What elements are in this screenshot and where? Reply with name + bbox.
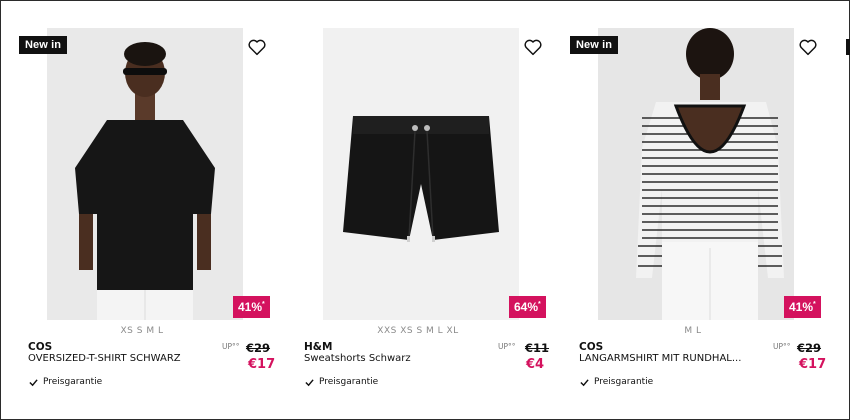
product-image[interactable] — [323, 28, 519, 320]
product-image[interactable] — [598, 28, 794, 320]
discount-badge: 41%* — [233, 296, 270, 318]
available-sizes: M L — [684, 326, 702, 336]
price-guarantee-label: Preisgarantie — [594, 377, 654, 387]
new-in-badge: New in — [19, 36, 68, 54]
new-in-badge: New in — [570, 36, 619, 54]
available-sizes: XS S M L — [120, 326, 164, 336]
discount-badge: 64%* — [509, 296, 546, 318]
old-price: €29 — [246, 341, 271, 355]
price-guarantee-label: Preisgarantie — [43, 377, 103, 387]
heart-icon[interactable] — [798, 38, 818, 56]
product-image[interactable] — [47, 28, 243, 320]
old-price: €29 — [797, 341, 822, 355]
available-sizes: XXS XS S M L XL — [377, 326, 459, 336]
check-icon — [305, 378, 314, 386]
product-brand: H&M — [304, 341, 333, 353]
check-icon — [29, 378, 38, 386]
model-striped-longsleeve-image — [598, 28, 794, 320]
check-icon — [580, 378, 589, 386]
sale-price: €17 — [248, 357, 276, 372]
product-title[interactable]: Sweatshorts Schwarz — [304, 353, 411, 364]
price-guarantee: Preisgarantie — [580, 377, 653, 387]
up-label: UP°° — [773, 342, 791, 351]
product-title[interactable]: OVERSIZED-T-SHIRT SCHWARZ — [28, 353, 181, 364]
product-brand: COS — [28, 341, 53, 353]
heart-icon[interactable] — [523, 38, 543, 56]
black-sweatshorts-image — [323, 28, 519, 320]
heart-icon[interactable] — [247, 38, 267, 56]
up-label: UP°° — [222, 342, 240, 351]
product-card[interactable]: New in 41%* M L COS LANGARMSHIRT MIT RUN… — [570, 28, 845, 420]
sale-price: €4 — [526, 357, 545, 372]
product-card[interactable]: New in 41%* XS S M L COS OVERSIZED-T-SHI… — [19, 28, 294, 420]
discount-badge: 41%* — [784, 296, 821, 318]
price-guarantee-label: Preisgarantie — [319, 377, 379, 387]
product-title[interactable]: LANGARMSHIRT MIT RUNDHAL... — [579, 353, 741, 364]
price-guarantee: Preisgarantie — [305, 377, 378, 387]
up-label: UP°° — [498, 342, 516, 351]
product-brand: COS — [579, 341, 604, 353]
product-card[interactable]: 64%* XXS XS S M L XL H&M Sweatshorts Sch… — [295, 28, 570, 420]
next-card-edge — [846, 39, 850, 55]
sale-price: €17 — [799, 357, 827, 372]
old-price: €11 — [525, 341, 550, 355]
price-guarantee: Preisgarantie — [29, 377, 102, 387]
model-black-tshirt-image — [47, 28, 243, 320]
